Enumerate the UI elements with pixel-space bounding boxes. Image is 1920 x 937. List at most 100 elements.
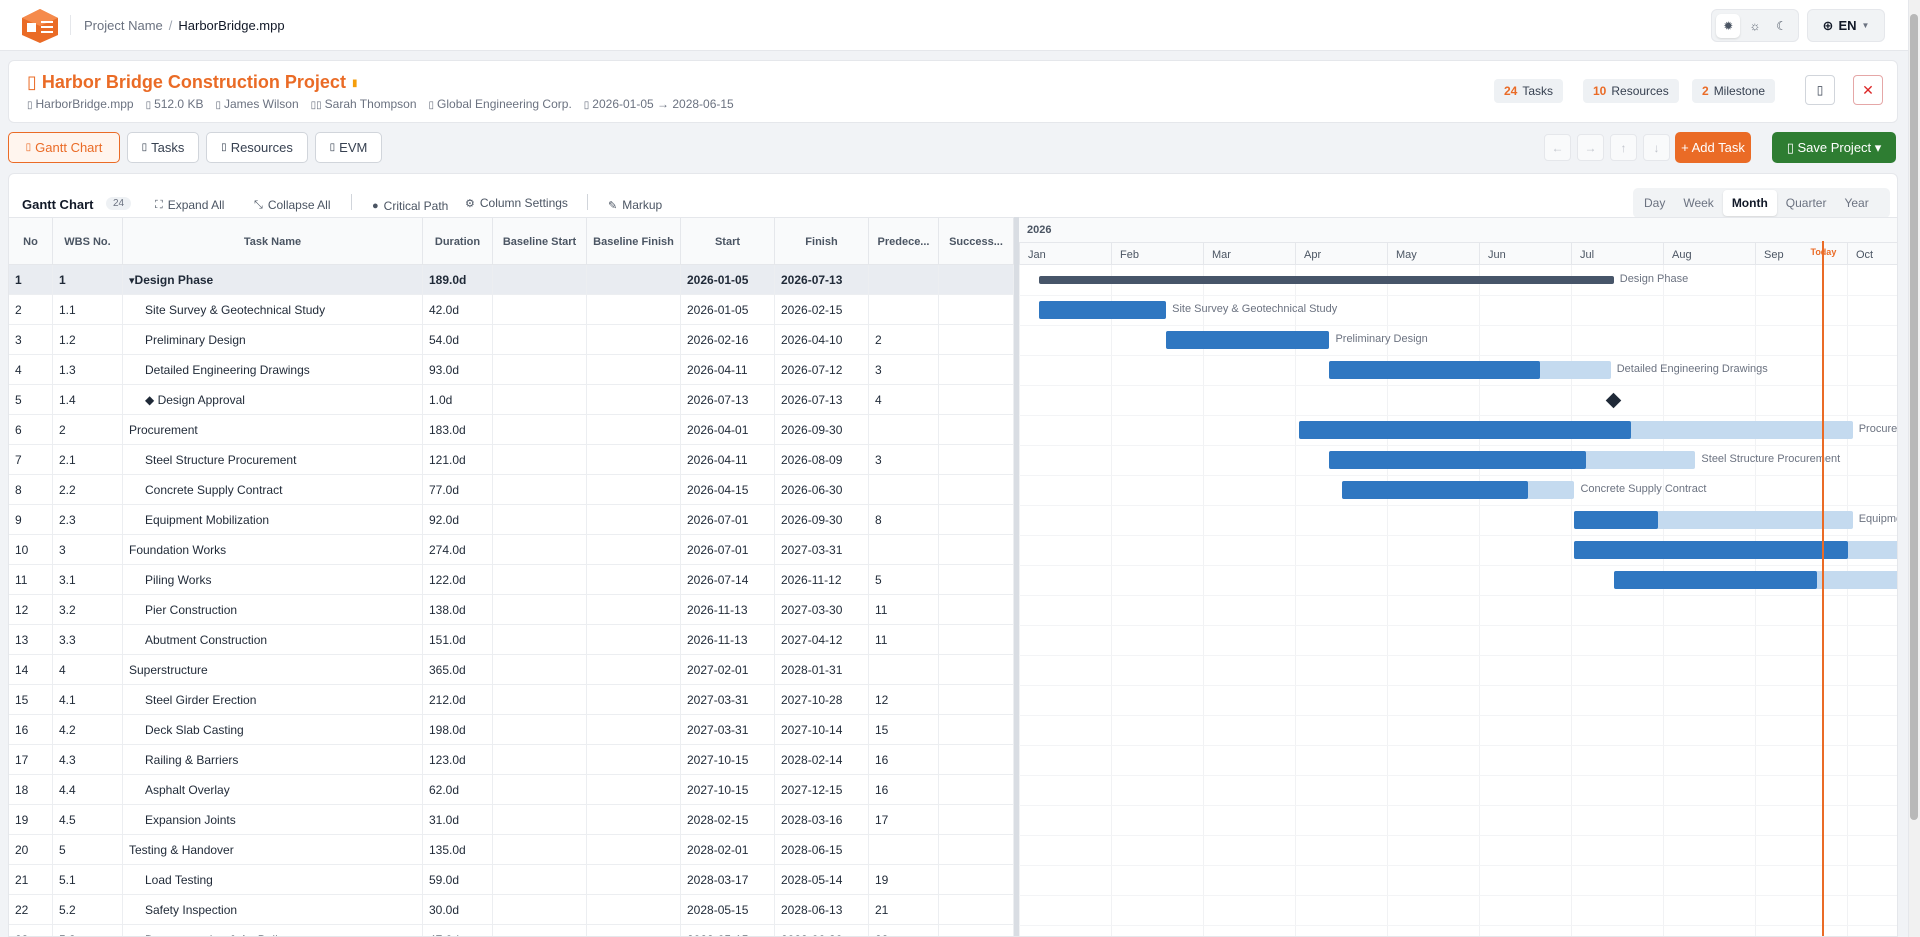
table-row[interactable]: 17 4.3 Railing & Barriers 123.0d 2027-10-15 2… <box>9 745 1014 775</box>
cell-finish[interactable]: 2026-02-15 <box>775 295 869 325</box>
arrow-down-icon[interactable]: ↓ <box>1643 134 1670 161</box>
cell-succ[interactable] <box>939 535 1014 565</box>
cell-bstart[interactable] <box>493 535 587 565</box>
cell-name[interactable]: Abutment Construction <box>123 625 423 655</box>
cell-start[interactable]: 2026-11-13 <box>681 625 775 655</box>
cell-duration[interactable]: 151.0d <box>423 625 493 655</box>
cell-start[interactable]: 2026-01-05 <box>681 265 775 295</box>
cell-bfinish[interactable] <box>587 805 681 835</box>
cell-start[interactable]: 2026-07-01 <box>681 535 775 565</box>
cell-bstart[interactable] <box>493 295 587 325</box>
cell-bstart[interactable] <box>493 415 587 445</box>
arrow-left-icon[interactable]: ← <box>1544 134 1571 161</box>
cell-name[interactable]: Documentation & As-Built <box>123 925 423 936</box>
cell-name[interactable]: Foundation Works <box>123 535 423 565</box>
cell-start[interactable]: 2027-10-15 <box>681 745 775 775</box>
cell-duration[interactable]: 42.0d <box>423 295 493 325</box>
cell-pred[interactable]: 17 <box>869 805 939 835</box>
table-row[interactable]: 1 1 ▾ Design Phase 189.0d 2026-01-05 2026-07-… <box>9 265 1014 295</box>
cell-wbs[interactable]: 2.1 <box>53 445 123 475</box>
cell-succ[interactable] <box>939 415 1014 445</box>
sun-icon[interactable]: ☼ <box>1743 14 1767 38</box>
cell-bstart[interactable] <box>493 505 587 535</box>
cell-bfinish[interactable] <box>587 595 681 625</box>
cell-finish[interactable]: 2027-10-28 <box>775 685 869 715</box>
collapse-all-button[interactable]: ⤡ Collapse All <box>254 198 331 212</box>
cell-finish[interactable]: 2028-02-14 <box>775 745 869 775</box>
cell-finish[interactable]: 2026-06-30 <box>775 475 869 505</box>
cell-no[interactable]: 6 <box>9 415 53 445</box>
cell-wbs[interactable]: 5.3 <box>53 925 123 936</box>
cell-no[interactable]: 3 <box>9 325 53 355</box>
cell-pred[interactable]: 5 <box>869 565 939 595</box>
cell-pred[interactable] <box>869 655 939 685</box>
cell-wbs[interactable]: 4.2 <box>53 715 123 745</box>
cell-bstart[interactable] <box>493 655 587 685</box>
cell-bfinish[interactable] <box>587 655 681 685</box>
cell-name[interactable]: ◆ Design Approval <box>123 385 423 415</box>
cell-succ[interactable] <box>939 505 1014 535</box>
gantt-task-bar[interactable] <box>1299 421 1853 439</box>
cell-finish[interactable]: 2026-11-12 <box>775 565 869 595</box>
cell-name[interactable]: ▾ Design Phase <box>123 265 423 295</box>
cell-name[interactable]: Pier Construction <box>123 595 423 625</box>
cell-finish[interactable]: 2027-03-31 <box>775 535 869 565</box>
cell-no[interactable]: 8 <box>9 475 53 505</box>
breadcrumb-root[interactable]: Project Name <box>84 18 163 33</box>
cell-bstart[interactable] <box>493 925 587 936</box>
cell-bfinish[interactable] <box>587 565 681 595</box>
cell-pred[interactable]: 21 <box>869 895 939 925</box>
table-row[interactable]: 20 5 Testing & Handover 135.0d 2028-02-01 202… <box>9 835 1014 865</box>
cell-succ[interactable] <box>939 595 1014 625</box>
cell-finish[interactable]: 2028-06-13 <box>775 895 869 925</box>
save-project-button[interactable]: ▯ Save Project ▾ <box>1772 132 1896 163</box>
cell-bfinish[interactable] <box>587 475 681 505</box>
cell-start[interactable]: 2026-11-13 <box>681 595 775 625</box>
cell-wbs[interactable]: 2.3 <box>53 505 123 535</box>
cell-finish[interactable]: 2027-04-12 <box>775 625 869 655</box>
cell-wbs[interactable]: 3.3 <box>53 625 123 655</box>
tab-gantt-chart[interactable]: ▯ Gantt Chart <box>8 132 120 163</box>
cell-bstart[interactable] <box>493 715 587 745</box>
table-row[interactable]: 3 1.2 Preliminary Design 54.0d 2026-02-16 202… <box>9 325 1014 355</box>
cell-wbs[interactable]: 1.2 <box>53 325 123 355</box>
cell-finish[interactable]: 2028-03-16 <box>775 805 869 835</box>
cell-duration[interactable]: 93.0d <box>423 355 493 385</box>
cell-bstart[interactable] <box>493 385 587 415</box>
cell-pred[interactable] <box>869 475 939 505</box>
cell-bstart[interactable] <box>493 835 587 865</box>
cell-no[interactable]: 10 <box>9 535 53 565</box>
view-week[interactable]: Week <box>1674 190 1722 216</box>
cell-succ[interactable] <box>939 865 1014 895</box>
markup-button[interactable]: ✎ Markup <box>608 198 662 212</box>
cell-start[interactable]: 2026-07-13 <box>681 385 775 415</box>
cell-succ[interactable] <box>939 475 1014 505</box>
cell-start[interactable]: 2028-05-15 <box>681 895 775 925</box>
cell-bstart[interactable] <box>493 325 587 355</box>
cell-pred[interactable]: 11 <box>869 625 939 655</box>
tab-resources[interactable]: ▯ Resources <box>206 132 308 163</box>
cell-start[interactable]: 2028-02-15 <box>681 805 775 835</box>
gantt-summary-bar[interactable] <box>1039 276 1614 284</box>
cell-bfinish[interactable] <box>587 355 681 385</box>
cell-finish[interactable]: 2026-07-13 <box>775 265 869 295</box>
cell-start[interactable]: 2028-05-15 <box>681 925 775 936</box>
cell-bstart[interactable] <box>493 595 587 625</box>
cell-pred[interactable] <box>869 295 939 325</box>
cell-wbs[interactable]: 3 <box>53 535 123 565</box>
critical-path-toggle[interactable]: ● Critical Path <box>372 199 448 213</box>
gantt-task-bar[interactable] <box>1329 451 1696 469</box>
gantt-task-bar[interactable] <box>1574 541 1897 559</box>
cell-succ[interactable] <box>939 385 1014 415</box>
cell-wbs[interactable]: 1.1 <box>53 295 123 325</box>
cell-duration[interactable]: 189.0d <box>423 265 493 295</box>
col-wbs[interactable]: WBS No. <box>53 218 123 266</box>
table-row[interactable]: 11 3.1 Piling Works 122.0d 2026-07-14 2026-11… <box>9 565 1014 595</box>
gantt-task-bar[interactable] <box>1613 571 1897 589</box>
gantt-task-bar[interactable] <box>1341 481 1575 499</box>
cell-name[interactable]: Railing & Barriers <box>123 745 423 775</box>
cell-bfinish[interactable] <box>587 775 681 805</box>
cell-wbs[interactable]: 3.2 <box>53 595 123 625</box>
cell-wbs[interactable]: 3.1 <box>53 565 123 595</box>
col-finish[interactable]: Finish <box>775 218 869 266</box>
